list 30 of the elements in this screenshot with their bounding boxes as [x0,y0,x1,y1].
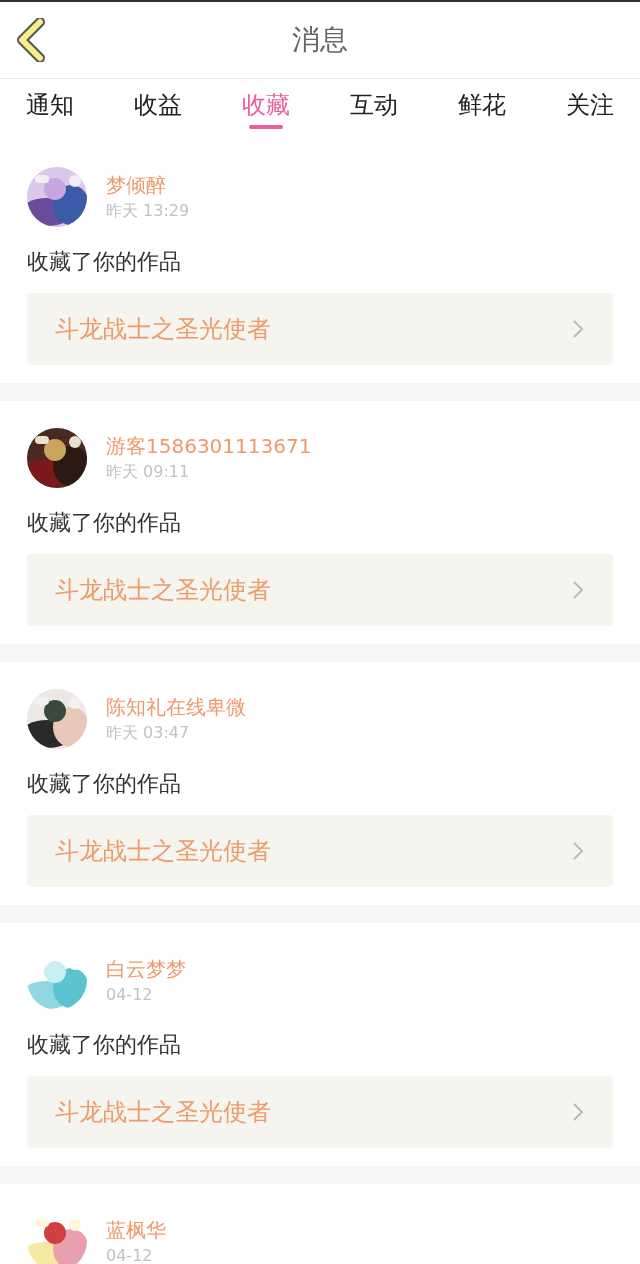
tab[interactable]: 收藏 [242,79,290,140]
timestamp: 昨天 03:47 [106,723,191,744]
message-text: 收藏了你的作品 [27,770,182,798]
message-text: 收藏了你的作品 [27,1031,182,1059]
chevron-right-icon [571,840,585,862]
work-link-card[interactable]: 斗龙战士之圣光使者 [27,1076,613,1148]
user-name[interactable]: 白云梦梦 [106,956,186,983]
chevron-right-icon [571,1101,585,1123]
work-link-card[interactable]: 斗龙战士之圣光使者 [27,293,613,365]
user-name[interactable]: 陈知礼在线卑微 [106,694,246,721]
page-title: 消息 [292,22,348,58]
tab[interactable]: 鲜花 [458,79,506,140]
user-name[interactable]: 梦倾醉 [106,172,190,199]
timestamp: 昨天 13:29 [106,201,190,222]
work-link-card[interactable]: 斗龙战士之圣光使者 [27,815,613,887]
back-chevron-icon [16,18,46,62]
user-name[interactable]: 游客1586301113671 [106,433,312,460]
timestamp: 04-12 [106,1246,154,1264]
chevron-right-icon [571,579,585,601]
tab[interactable]: 通知 [26,79,74,140]
user-name[interactable]: 蓝枫华 [106,1217,166,1244]
timestamp: 昨天 09:11 [106,462,191,483]
timestamp: 04-12 [106,985,154,1004]
tab[interactable]: 互动 [350,79,398,140]
message-text: 收藏了你的作品 [27,248,182,276]
tab[interactable]: 收益 [134,79,182,140]
tab[interactable]: 关注 [566,79,614,140]
message-text: 收藏了你的作品 [27,509,182,537]
work-link-card[interactable]: 斗龙战士之圣光使者 [27,554,613,626]
chevron-right-icon [571,318,585,340]
